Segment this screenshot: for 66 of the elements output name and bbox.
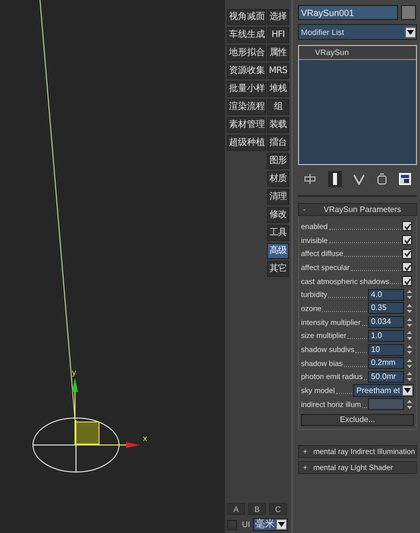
command-button[interactable]: 高级 bbox=[267, 243, 289, 259]
spinner-field[interactable]: 50.0mr bbox=[368, 370, 404, 383]
command-button[interactable]: 车线生成 bbox=[227, 27, 266, 43]
set-tab[interactable]: A bbox=[227, 503, 245, 515]
command-button[interactable]: 图形 bbox=[267, 153, 289, 169]
command-button[interactable]: 视角减面 bbox=[227, 9, 266, 25]
command-button[interactable]: 材质 bbox=[267, 171, 289, 187]
command-button[interactable]: 属性 bbox=[267, 45, 289, 61]
command-button[interactable]: 地形拟合 bbox=[227, 45, 266, 61]
command-button[interactable]: 工具 bbox=[267, 225, 289, 241]
modifier-list-dropdown[interactable]: Modifier List bbox=[298, 24, 417, 40]
configure-icon[interactable] bbox=[399, 173, 412, 185]
dropdown-arrow-icon bbox=[276, 519, 287, 530]
spinner-arrows-icon[interactable] bbox=[407, 372, 412, 382]
spinner-arrows-icon[interactable] bbox=[407, 318, 412, 327]
command-button[interactable]: 素材管理 bbox=[227, 117, 266, 133]
viewport[interactable]: y x bbox=[0, 0, 225, 533]
exclude-button[interactable]: Exclude... bbox=[301, 414, 414, 426]
parameter-checkbox[interactable] bbox=[402, 276, 412, 286]
color-swatch[interactable] bbox=[401, 5, 416, 20]
command-button[interactable]: 超级种植 bbox=[227, 135, 266, 151]
command-button[interactable]: 其它 bbox=[267, 261, 289, 277]
dropdown-arrow-icon bbox=[405, 26, 416, 38]
parameter-checkbox[interactable] bbox=[402, 221, 412, 232]
spinner-field[interactable]: 10 bbox=[368, 344, 404, 356]
parameter-checkbox[interactable] bbox=[402, 248, 412, 259]
command-button[interactable]: 擂台 bbox=[267, 135, 289, 151]
spinner-field[interactable]: 0.034 bbox=[368, 316, 404, 328]
sky-model-dropdown[interactable]: Preetham et bbox=[353, 384, 414, 398]
spinner-arrows-icon[interactable] bbox=[407, 345, 412, 354]
spinner-arrows-icon[interactable] bbox=[407, 290, 412, 300]
command-button[interactable]: 装载 bbox=[267, 117, 289, 133]
spinner-arrows-icon[interactable] bbox=[407, 331, 412, 340]
spinner-field[interactable]: 0.35 bbox=[368, 302, 404, 314]
spinner-field[interactable]: 1.0 bbox=[368, 330, 404, 342]
rollout-header[interactable]: - VRaySun Parameters bbox=[298, 203, 417, 216]
command-button[interactable]: 渲染流程 bbox=[227, 99, 266, 115]
command-button[interactable]: HFI bbox=[267, 27, 289, 43]
spinner-field[interactable]: 4.0 bbox=[368, 288, 404, 301]
spinner-arrows-icon[interactable] bbox=[407, 304, 412, 313]
dropdown-arrow-icon bbox=[402, 385, 413, 396]
command-button[interactable]: 修改 bbox=[267, 207, 289, 223]
parameter-checkbox[interactable] bbox=[402, 235, 412, 246]
spinner-arrows-icon[interactable] bbox=[407, 400, 412, 409]
x-axis-label: x bbox=[143, 434, 147, 443]
command-button[interactable]: 清理 bbox=[267, 189, 289, 205]
spinner-field[interactable]: 0.2mm bbox=[368, 357, 404, 370]
units-dropdown[interactable]: 毫米 bbox=[253, 518, 288, 531]
checkbox-label: UI bbox=[242, 520, 250, 529]
set-tab[interactable]: B bbox=[248, 503, 266, 515]
command-button[interactable]: MRS bbox=[267, 63, 289, 79]
object-name-field[interactable]: VRaySun001 bbox=[298, 5, 398, 20]
spinner-arrows-icon[interactable] bbox=[407, 358, 412, 368]
command-button[interactable]: 组 bbox=[267, 99, 289, 115]
y-axis-label: y bbox=[72, 368, 76, 377]
x-axis-arrow[interactable] bbox=[76, 442, 140, 448]
command-button[interactable]: 资源收集 bbox=[227, 63, 266, 79]
parameter-checkbox[interactable] bbox=[402, 262, 412, 272]
plane-square bbox=[76, 422, 100, 444]
command-button[interactable]: 选择 bbox=[267, 9, 289, 25]
y-axis-arrow[interactable] bbox=[72, 378, 78, 446]
command-button[interactable]: 堆栈 bbox=[267, 81, 289, 97]
command-button[interactable]: 批量小样 bbox=[227, 81, 266, 97]
stack-item[interactable]: VRaySun bbox=[299, 46, 416, 60]
set-tab[interactable]: C bbox=[269, 503, 287, 515]
ui-checkbox[interactable] bbox=[227, 520, 237, 530]
